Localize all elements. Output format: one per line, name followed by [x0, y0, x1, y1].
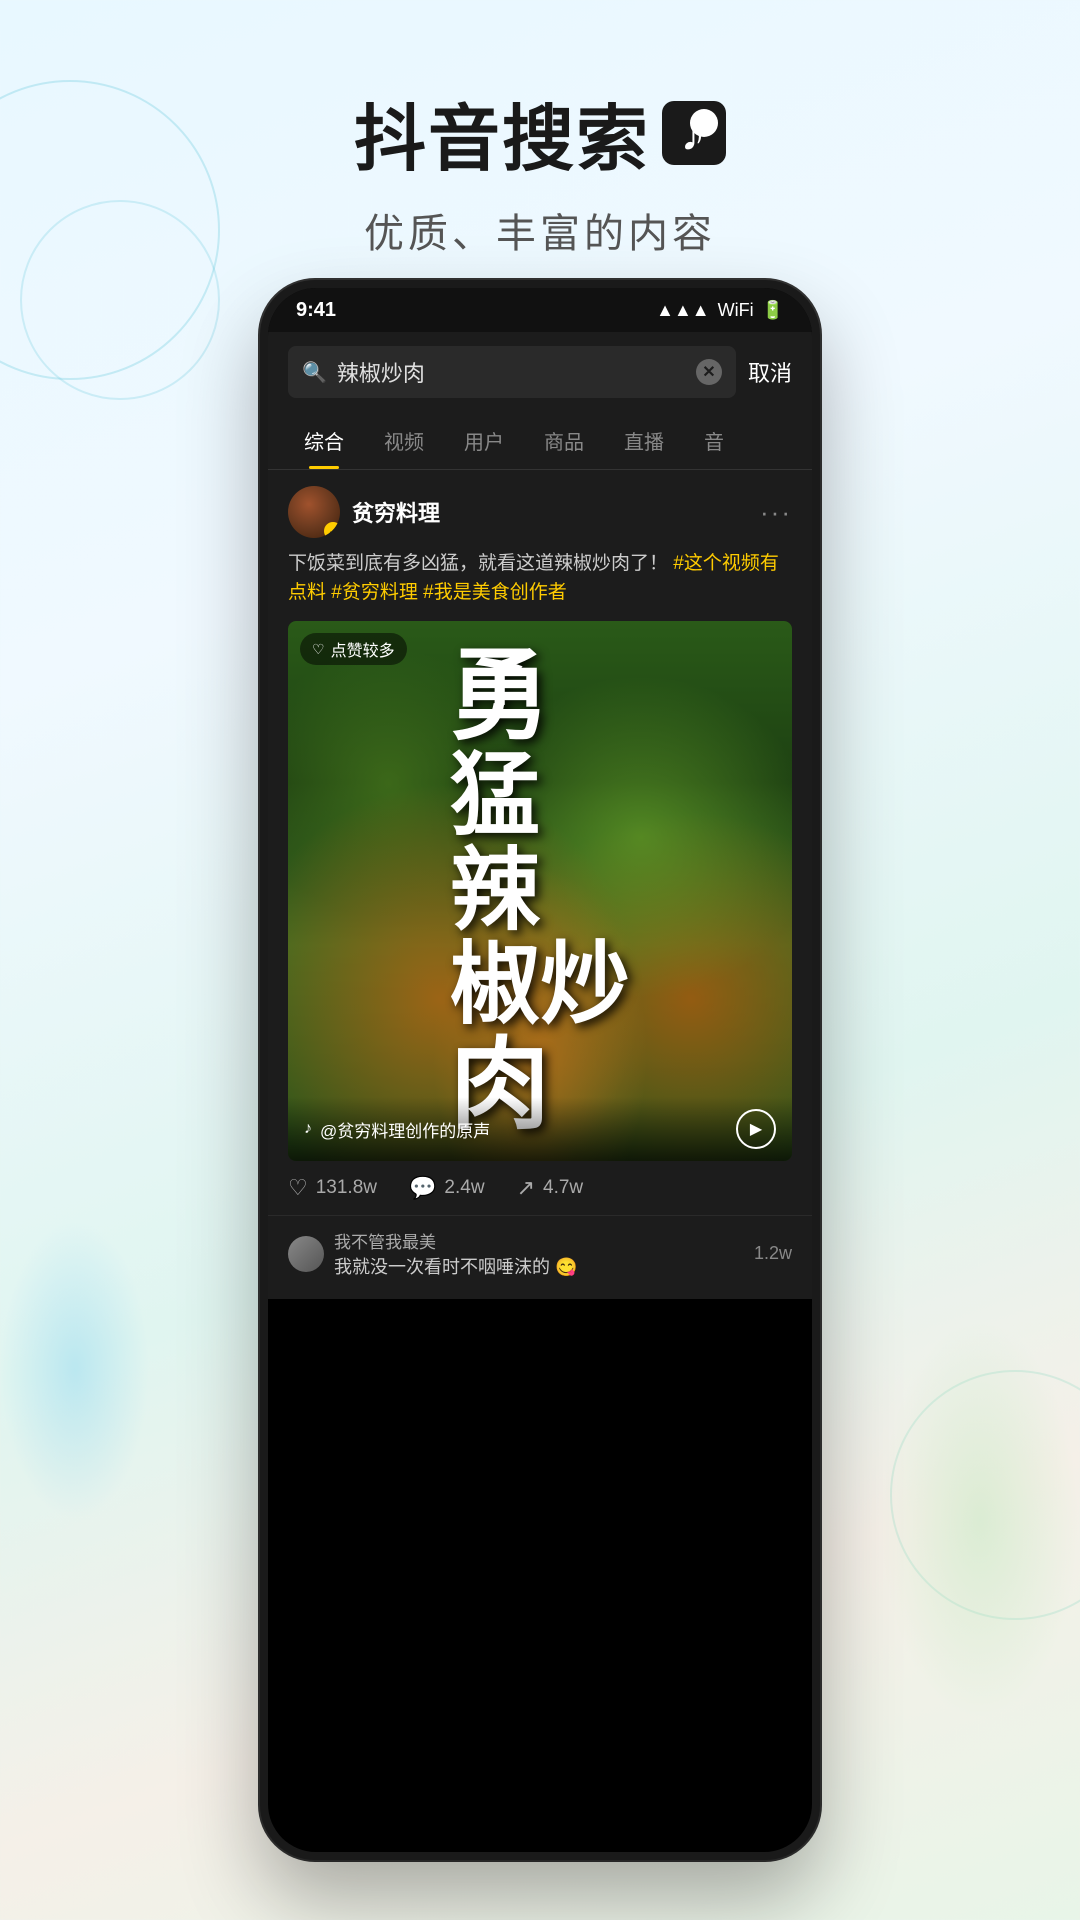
comment-text: 我就没一次看时不咽唾沫的 😋 [334, 1253, 744, 1279]
comment-row: 我不管我最美 我就没一次看时不咽唾沫的 😋 1.2w [288, 1228, 792, 1279]
video-overlay-line2: 猛 [450, 749, 630, 844]
tab-comprehensive[interactable]: 综合 [284, 412, 364, 469]
user-info: ✓ 贫穷料理 [288, 486, 440, 538]
heart-icon: ♡ [288, 1175, 308, 1201]
video-container[interactable]: ♡ 点赞较多 勇 猛 辣 椒炒 肉 [288, 621, 792, 1161]
video-overlay-line3: 辣 [450, 844, 630, 939]
clear-search-button[interactable]: ✕ [696, 359, 722, 385]
subtitle: 优质、丰富的内容 [0, 201, 1080, 259]
likes-button[interactable]: ♡ 131.8w [288, 1175, 377, 1201]
comment-preview: 我不管我最美 我就没一次看时不咽唾沫的 😋 1.2w [268, 1216, 812, 1299]
tiktok-logo-icon: ♪ [662, 101, 726, 165]
post-card: ✓ 贫穷料理 ··· 下饭菜到底有多凶猛，就看这道辣椒炒肉了！ #这个视频有点料… [268, 470, 812, 1161]
phone-frame: 9:41 ▲▲▲ WiFi 🔋 🔍 辣椒炒肉 ✕ 取消 综合 [260, 280, 820, 1860]
phone-screen: 9:41 ▲▲▲ WiFi 🔋 🔍 辣椒炒肉 ✕ 取消 综合 [268, 288, 812, 1852]
commenter-avatar [288, 1236, 324, 1272]
tiktok-music-icon: ♪ [304, 1120, 312, 1138]
video-overlay-line4: 椒炒 [450, 938, 630, 1033]
phone-mockup: 9:41 ▲▲▲ WiFi 🔋 🔍 辣椒炒肉 ✕ 取消 综合 [260, 280, 820, 1860]
comment-count: 1.2w [754, 1243, 792, 1264]
search-icon: 🔍 [302, 360, 327, 385]
video-text-overlay: 勇 猛 辣 椒炒 肉 [288, 621, 792, 1161]
more-options-button[interactable]: ··· [760, 497, 792, 528]
verified-badge-icon: ✓ [324, 522, 340, 538]
content-area: ✓ 贫穷料理 ··· 下饭菜到底有多凶猛，就看这道辣椒炒肉了！ #这个视频有点料… [268, 470, 812, 1299]
status-icons: ▲▲▲ WiFi 🔋 [656, 300, 784, 321]
bg-blob-right [880, 1320, 1080, 1720]
comments-count: 2.4w [444, 1177, 484, 1199]
video-bottom-bar: ♪ @贫穷料理创作的原声 ▶ [288, 1097, 792, 1161]
hashtag-2[interactable]: #贫穷料理 [331, 582, 418, 603]
search-query-text: 辣椒炒肉 [337, 356, 686, 388]
hashtag-3[interactable]: #我是美食创作者 [423, 582, 567, 603]
tab-user[interactable]: 用户 [444, 412, 524, 469]
audio-info: ♪ @贫穷料理创作的原声 [304, 1117, 490, 1142]
video-overlay-line1: 勇 [450, 644, 630, 749]
signal-icon: ▲▲▲ [656, 300, 709, 321]
app-title-text: 抖音搜索 [354, 80, 650, 185]
header-section: 抖音搜索 ♪ 优质、丰富的内容 [0, 0, 1080, 299]
tab-video[interactable]: 视频 [364, 412, 444, 469]
tab-product[interactable]: 商品 [524, 412, 604, 469]
post-header: ✓ 贫穷料理 ··· [288, 486, 792, 538]
status-bar: 9:41 ▲▲▲ WiFi 🔋 [268, 288, 812, 332]
tab-audio[interactable]: 音 [684, 412, 744, 469]
avatar[interactable]: ✓ [288, 486, 340, 538]
tiktok-note-icon: ♪ [680, 103, 708, 163]
comment-icon: 💬 [409, 1175, 436, 1201]
audio-label: @贫穷料理创作的原声 [320, 1117, 490, 1142]
bg-blob-left [0, 1220, 150, 1520]
search-input-container[interactable]: 🔍 辣椒炒肉 ✕ [288, 346, 736, 398]
status-time: 9:41 [296, 299, 336, 322]
tab-bar: 综合 视频 用户 商品 直播 音 [268, 412, 812, 470]
post-desc-text: 下饭菜到底有多凶猛，就看这道辣椒炒肉了！ [288, 553, 668, 574]
commenter-name[interactable]: 我不管我最美 [334, 1228, 744, 1253]
post-description: 下饭菜到底有多凶猛，就看这道辣椒炒肉了！ #这个视频有点料 #贫穷料理 #我是美… [288, 550, 792, 607]
app-title: 抖音搜索 ♪ [0, 80, 1080, 185]
engagement-bar: ♡ 131.8w 💬 2.4w ↗ 4.7w [268, 1161, 812, 1216]
shares-count: 4.7w [543, 1177, 583, 1199]
share-icon: ↗ [517, 1175, 535, 1201]
username[interactable]: 贫穷料理 [352, 496, 440, 528]
comments-button[interactable]: 💬 2.4w [409, 1175, 485, 1201]
likes-count: 131.8w [316, 1177, 377, 1199]
play-button[interactable]: ▶ [736, 1109, 776, 1149]
share-button[interactable]: ↗ 4.7w [517, 1175, 584, 1201]
tab-live[interactable]: 直播 [604, 412, 684, 469]
battery-icon: 🔋 [762, 300, 784, 321]
wifi-icon: WiFi [718, 300, 754, 321]
search-bar: 🔍 辣椒炒肉 ✕ 取消 [268, 332, 812, 412]
cancel-button[interactable]: 取消 [748, 356, 792, 388]
comment-content: 我不管我最美 我就没一次看时不咽唾沫的 😋 [334, 1228, 744, 1279]
